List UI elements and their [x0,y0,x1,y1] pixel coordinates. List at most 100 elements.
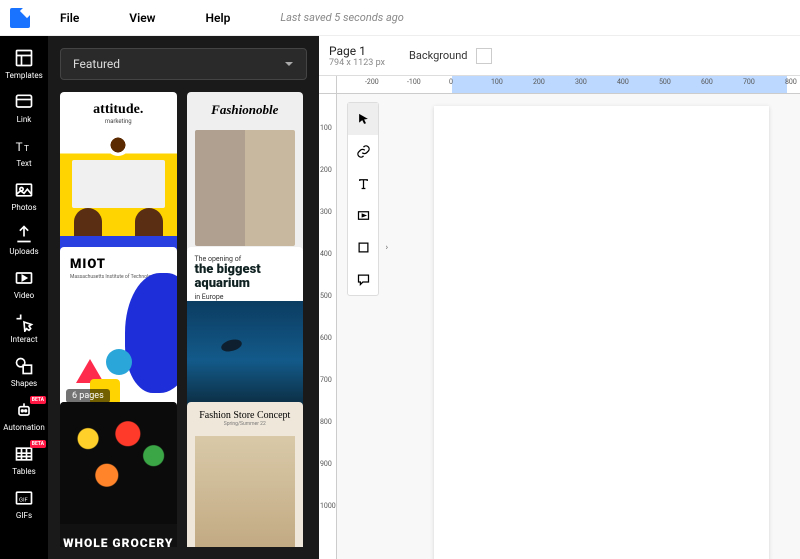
ruler-horizontal[interactable]: -300-200-1000100200300400500600700800 [337,76,800,94]
last-saved-label: Last saved 5 seconds ago [280,11,403,24]
iconbar-photos[interactable]: Photos [0,174,48,218]
cursor-icon [356,112,371,127]
template-card[interactable]: Fashion Store Concept Spring/Summer 22 [187,402,304,547]
gifs-icon: GIF [14,488,34,508]
link-tool-icon [356,144,371,159]
ruler-tick: -200 [365,78,379,86]
iconbar-link[interactable]: Link [0,86,48,130]
iconbar-shapes[interactable]: Shapes [0,350,48,394]
iconbar-label: Photos [11,203,36,212]
iconbar-label: Link [17,115,32,124]
template-card[interactable]: attitude. marketing [60,92,177,254]
ruler-vertical[interactable]: 1002003004005006007008009001000 [319,94,337,559]
tool-strip: › [347,102,379,296]
template-card[interactable]: Fashionoble [187,92,304,254]
iconbar-label: Automation [3,423,45,432]
iconbar-templates[interactable]: Templates [0,42,48,86]
ruler-tick: 700 [743,78,755,86]
ruler-tick: 300 [320,208,332,216]
ruler-tick: 500 [659,78,671,86]
ruler-tick: 400 [320,250,332,258]
text-tool-icon [356,176,371,191]
menu-view[interactable]: View [129,11,155,25]
iconbar-uploads[interactable]: Uploads [0,218,48,262]
ruler-corner [319,76,337,94]
video-icon [14,268,34,288]
ruler-tick: 200 [533,78,545,86]
category-dropdown[interactable]: Featured [60,48,307,80]
iconbar-label: Uploads [9,247,38,256]
ruler-tick: 700 [320,376,332,384]
ruler-tick: 0 [449,78,453,86]
comment-tool-icon [356,272,371,287]
iconbar-label: Text [16,159,31,168]
iconbar-automation[interactable]: BETA Automation [0,394,48,438]
photos-icon [14,180,34,200]
menu-file[interactable]: File [60,11,79,25]
link-icon [14,92,34,112]
frame-tool-icon [356,208,371,223]
template-grid[interactable]: attitude. marketing Fashionoble MIOT Mas… [60,92,307,547]
iconbar-tables[interactable]: BETA Tables [0,438,48,482]
ruler-tick: 1000 [320,502,336,510]
canvas-area: Page 1 794 x 1123 px Background -300-200… [319,36,800,559]
menu-help[interactable]: Help [206,11,231,25]
iconbar-label: Tables [12,467,36,476]
svg-text:GIF: GIF [19,497,29,503]
dropdown-label: Featured [73,57,120,71]
ruler-tick: 600 [320,334,332,342]
ruler-tick: 400 [617,78,629,86]
template-card[interactable]: WHOLE GROCERY WEEKLY CATALOG [60,402,177,547]
top-menubar: File View Help Last saved 5 seconds ago [0,0,800,36]
template-subtitle: Spring/Summer 22 [187,421,304,427]
app-logo-icon[interactable] [10,8,30,28]
pages-badge: 6 pages [66,389,110,403]
iconbar-gifs[interactable]: GIF GIFs [0,482,48,526]
templates-panel: Featured attitude. marketing Fashionoble… [48,36,319,559]
ruler-tick: 100 [320,124,332,132]
templates-icon [14,48,34,68]
iconbar-label: Templates [5,71,42,80]
svg-text:T: T [24,144,29,154]
iconbar-label: Shapes [11,379,37,388]
tool-shape[interactable]: › [348,231,378,263]
canvas-header: Page 1 794 x 1123 px Background [319,36,800,76]
page-title[interactable]: Page 1 [329,44,385,58]
background-swatch[interactable] [476,48,492,64]
ruler-tick: 900 [320,460,332,468]
iconbar-label: GIFs [16,511,32,520]
iconbar-text[interactable]: TT Text [0,130,48,174]
page-canvas[interactable] [434,106,769,559]
svg-text:T: T [16,140,23,154]
template-title: attitude. [60,92,177,118]
chevron-right-icon: › [386,243,388,252]
page-dimensions: 794 x 1123 px [329,58,385,68]
template-title: the biggest aquarium [195,263,296,290]
tool-link[interactable] [348,135,378,167]
beta-badge: BETA [30,396,46,404]
template-title: MIOT [60,247,177,272]
beta-badge: BETA [30,440,46,448]
ruler-tick: 800 [785,78,797,86]
template-title: Fashionoble [187,92,304,128]
iconbar-label: Interact [10,335,37,344]
left-iconbar: Templates Link TT Text Photos Uploads Vi… [0,36,48,559]
shape-tool-icon [356,240,371,255]
ruler-tick: 100 [491,78,503,86]
tool-text[interactable] [348,167,378,199]
template-title: Fashion Store Concept [187,402,304,421]
tool-comment[interactable] [348,263,378,295]
uploads-icon [14,224,34,244]
iconbar-interact[interactable]: Interact [0,306,48,350]
template-card[interactable]: The opening of the biggest aquarium in E… [187,247,304,409]
template-card[interactable]: MIOT Massachusetts Institute of Technolo… [60,247,177,409]
tool-select[interactable] [348,103,378,135]
iconbar-label: Video [14,291,34,300]
background-label: Background [409,49,467,62]
ruler-tick: 800 [320,418,332,426]
tool-frame[interactable] [348,199,378,231]
ruler-tick: 600 [701,78,713,86]
iconbar-video[interactable]: Video [0,262,48,306]
ruler-tick: -100 [407,78,421,86]
chevron-down-icon [284,59,294,69]
